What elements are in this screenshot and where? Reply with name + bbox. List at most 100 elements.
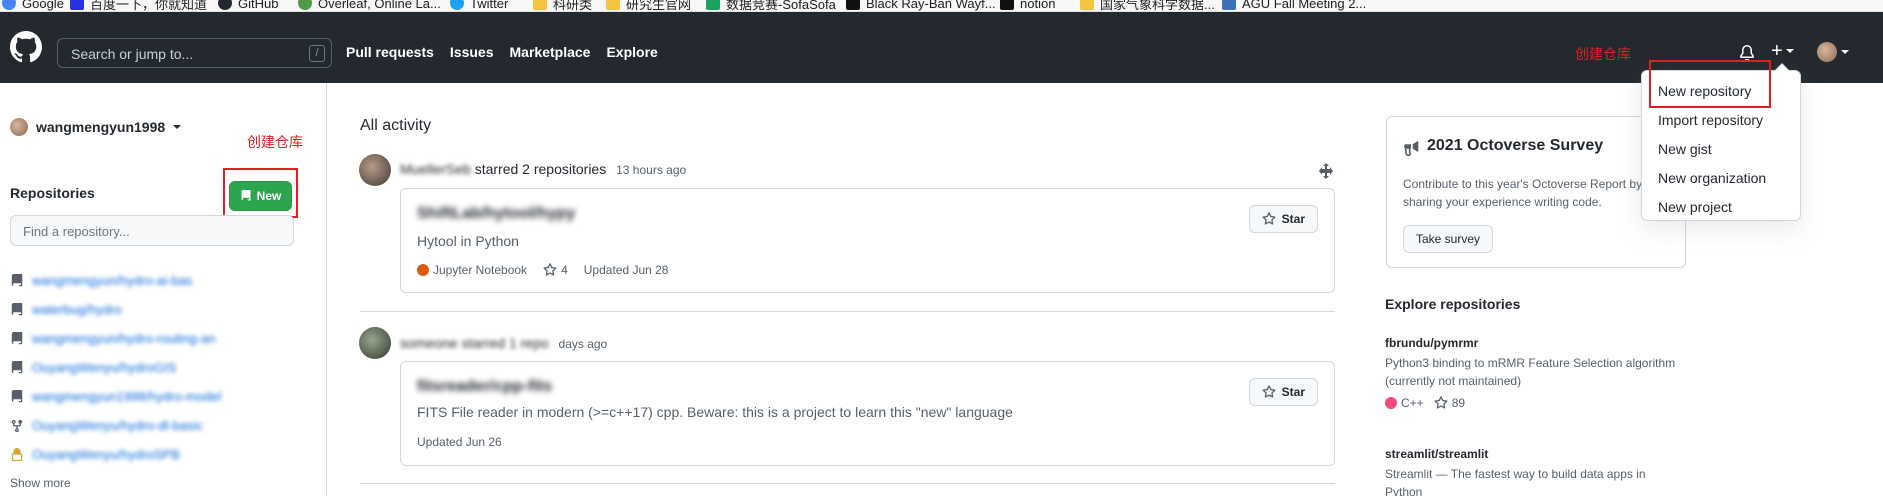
nav-pull-requests[interactable]: Pull requests — [346, 44, 434, 60]
avatar[interactable] — [359, 327, 391, 359]
list-item[interactable]: wangmengyun/hydro-routing-an — [10, 324, 221, 353]
list-item[interactable]: wangmengyun1998/hydro-model — [10, 382, 221, 411]
overleaf-icon — [298, 0, 312, 10]
nav-explore[interactable]: Explore — [606, 44, 657, 60]
repo-icon — [11, 360, 23, 373]
list-item[interactable]: waterbug/hydro — [10, 295, 221, 324]
avatar[interactable] — [359, 154, 391, 186]
annotation-create-repo-sidebar: 创建仓库 — [247, 134, 303, 150]
bookmark-folder-meteo[interactable]: 国家气象科学数据... — [1080, 0, 1215, 11]
search-input[interactable]: Search or jump to... / — [57, 38, 332, 68]
repo-link[interactable]: OuyangWenyu/hydro-dl-basic — [32, 418, 203, 433]
notion-icon — [1000, 0, 1014, 10]
menu-item-import-repository[interactable]: Import repository — [1658, 112, 1763, 128]
explore-repo-item: streamlit/streamlit Streamlit — The fast… — [1385, 447, 1685, 496]
repo-icon — [11, 302, 23, 315]
slash-shortcut-key: / — [309, 45, 325, 62]
nav-marketplace[interactable]: Marketplace — [510, 44, 591, 60]
user-menu-button[interactable] — [1817, 42, 1849, 62]
event-time: 13 hours ago — [616, 163, 687, 177]
menu-item-new-project[interactable]: New project — [1658, 199, 1732, 215]
repo-card-meta: Updated Jun 26 — [417, 435, 502, 449]
repo-link[interactable]: wangmengyun/hydro-routing-an — [32, 331, 216, 346]
bookmark-overleaf[interactable]: Overleaf, Online La... — [298, 0, 441, 11]
repo-card-description: FITS File reader in modern (>=c++17) cpp… — [417, 404, 1013, 420]
feed-divider — [360, 483, 1335, 484]
star-icon — [1262, 212, 1276, 225]
repo-link[interactable]: OuyangWenyu/hydroSPB — [32, 447, 180, 462]
survey-title: 2021 Octoverse Survey — [1427, 137, 1604, 154]
star-icon — [1434, 396, 1448, 409]
repo-icon — [11, 273, 23, 286]
chevron-down-icon — [173, 125, 182, 129]
menu-item-new-organization[interactable]: New organization — [1658, 170, 1766, 186]
feed-divider — [360, 311, 1335, 312]
show-more-link[interactable]: Show more — [10, 476, 71, 490]
take-survey-button[interactable]: Take survey — [1403, 225, 1494, 253]
star-icon — [543, 263, 557, 276]
bookmark-folder-grad[interactable]: 研究生官网 — [606, 0, 691, 11]
list-item[interactable]: wangmengyun/hydro-ai-bas — [10, 266, 221, 295]
language-label: Jupyter Notebook — [417, 263, 527, 277]
list-item[interactable]: OuyangWenyu/hydro-dl-basic — [10, 411, 221, 440]
create-new-menu-button[interactable]: + — [1771, 40, 1794, 62]
megaphone-icon — [1404, 141, 1419, 156]
account-switcher[interactable]: wangmengyun1998 — [10, 118, 182, 136]
github-header: Search or jump to... / Pull requests Iss… — [0, 12, 1883, 83]
explore-repo-meta: C++ 89 — [1385, 396, 1685, 410]
bookmark-agu[interactable]: AGU Fall Meeting 2... — [1222, 0, 1366, 11]
bookmark-notion[interactable]: notion — [1000, 0, 1055, 11]
repo-link[interactable]: waterbug/hydro — [32, 302, 122, 317]
list-item[interactable]: OuyangWenyu/hydroSPB — [10, 440, 221, 469]
chevron-down-icon — [1785, 49, 1794, 53]
star-button[interactable]: Star — [1248, 205, 1318, 233]
event-action: starred 2 repositories — [474, 161, 607, 177]
github-logo-icon[interactable] — [10, 31, 42, 63]
plus-icon: + — [1771, 40, 1783, 62]
unfold-icon[interactable] — [1318, 163, 1334, 179]
folder-icon — [606, 0, 620, 10]
bookmark-folder-research[interactable]: 科研类 — [533, 0, 592, 11]
bookmark-rayban[interactable]: Black Ray-Ban Wayf... — [846, 0, 996, 11]
updated-label: Updated Jun 26 — [417, 435, 502, 449]
folder-icon — [533, 0, 547, 10]
repo-card: ShiftLab/hytool/hypy Hytool in Python Ju… — [400, 188, 1335, 293]
explore-repo-description: Streamlit — The fastest way to build dat… — [1385, 467, 1646, 496]
language-label: C++ — [1385, 396, 1424, 410]
agu-icon — [1222, 0, 1236, 10]
repo-card-title[interactable]: fitsreader/cpp-fits — [417, 378, 552, 396]
rayban-icon — [846, 0, 860, 10]
bookmark-sofasofa[interactable]: 数据竞赛-SofaSofa — [706, 0, 836, 11]
annotation-box-new-button — [223, 168, 298, 218]
bookmark-google[interactable]: Google — [2, 0, 64, 11]
repo-link[interactable]: OuyangWenyu/hydroGIS — [32, 360, 176, 375]
bookmark-github[interactable]: GitHub — [218, 0, 278, 11]
repo-card-title[interactable]: ShiftLab/hytool/hypy — [417, 205, 575, 223]
event-actor[interactable]: MuellerSeb — [400, 161, 471, 177]
bookmark-twitter[interactable]: Twitter — [450, 0, 508, 11]
annotation-box-new-repository-overlay — [1649, 60, 1771, 108]
sofasofa-icon — [706, 0, 720, 10]
bookmark-baidu[interactable]: 百度一下，你就知道 — [70, 0, 207, 11]
nav-issues[interactable]: Issues — [450, 44, 494, 60]
event-time: days ago — [558, 337, 608, 351]
event-actor[interactable]: someone starred 1 repo — [400, 335, 549, 351]
find-repository-input[interactable]: Find a repository... — [10, 215, 294, 246]
explore-repo-name[interactable]: fbrundu/pymrmr — [1385, 336, 1685, 350]
explore-repo-name[interactable]: streamlit/streamlit — [1385, 447, 1685, 461]
language-color-dot — [1385, 397, 1397, 409]
repo-icon — [11, 389, 23, 402]
list-item[interactable]: OuyangWenyu/hydroGIS — [10, 353, 221, 382]
star-count[interactable]: 89 — [1434, 396, 1465, 410]
menu-item-new-gist[interactable]: New gist — [1658, 141, 1712, 157]
repo-link[interactable]: wangmengyun/hydro-ai-bas — [32, 273, 192, 288]
baidu-icon — [70, 0, 84, 10]
folder-icon — [1080, 0, 1094, 10]
avatar — [1817, 42, 1837, 62]
star-count[interactable]: 4 — [543, 263, 568, 277]
repo-link[interactable]: wangmengyun1998/hydro-model — [32, 389, 221, 404]
annotation-create-repo-header: 创建仓库 — [1575, 46, 1631, 62]
left-sidebar: wangmengyun1998 创建仓库 Repositories New Fi… — [0, 83, 327, 496]
star-button[interactable]: Star — [1248, 378, 1318, 406]
bookmarks-bar: Google 百度一下，你就知道 GitHub Overleaf, Online… — [0, 0, 1883, 12]
